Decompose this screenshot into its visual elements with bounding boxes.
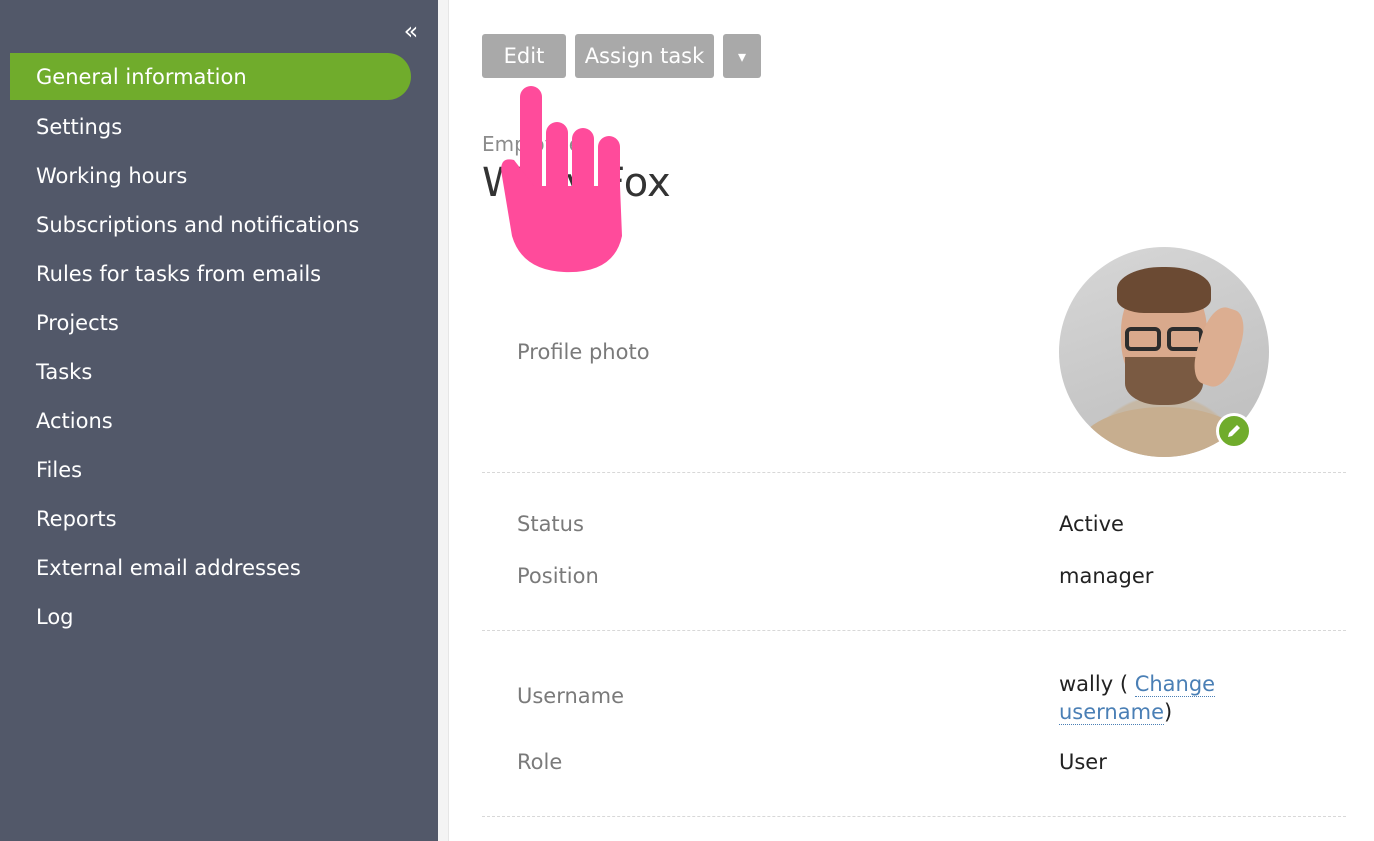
- avatar-lens: [1125, 327, 1161, 351]
- sidebar-item-label: External email addresses: [36, 555, 301, 580]
- section-separator: [482, 816, 1346, 817]
- sidebar-item-tasks[interactable]: Tasks: [10, 347, 411, 396]
- sidebar-item-label: Rules for tasks from emails: [36, 261, 322, 286]
- sidebar-item-general-information[interactable]: General information: [10, 53, 411, 100]
- sidebar-item-label: Files: [36, 457, 83, 482]
- sidebar-item-label: General information: [36, 64, 247, 89]
- profile-photo-label: Profile photo: [517, 340, 650, 364]
- position-value: manager: [1059, 564, 1154, 588]
- sidebar-item-label: Projects: [36, 310, 119, 335]
- sidebar-divider: [438, 0, 449, 841]
- sidebar-item-label: Tasks: [36, 359, 93, 384]
- sidebar-item-label: Settings: [36, 114, 123, 139]
- toolbar: Edit Assign task ▾: [482, 34, 761, 78]
- avatar-glasses: [1125, 327, 1205, 351]
- pencil-icon: [1228, 425, 1240, 437]
- sidebar-item-projects[interactable]: Projects: [10, 298, 411, 347]
- sidebar-item-label: Reports: [36, 506, 117, 531]
- entity-type-label: Employee: [482, 132, 582, 156]
- sidebar-item-label: Subscriptions and notifications: [36, 212, 360, 237]
- more-dropdown-button[interactable]: ▾: [723, 34, 761, 78]
- sidebar-item-label: Working hours: [36, 163, 188, 188]
- status-label: Status: [517, 512, 584, 536]
- sidebar-item-working-hours[interactable]: Working hours: [10, 151, 411, 200]
- page-title: Wally Fox: [482, 160, 671, 206]
- role-value: User: [1059, 750, 1107, 774]
- username-value-block: wally ( Change username): [1059, 672, 1216, 725]
- role-label: Role: [517, 750, 563, 774]
- position-label: Position: [517, 564, 599, 588]
- sidebar: « General information Settings Working h…: [0, 0, 438, 841]
- avatar-hair: [1117, 267, 1211, 313]
- username-value: wally: [1059, 672, 1114, 696]
- sidebar-nav: General information Settings Working hou…: [10, 53, 411, 641]
- double-chevron-left-icon[interactable]: «: [398, 18, 424, 44]
- sidebar-item-label: Actions: [36, 408, 113, 433]
- sidebar-item-log[interactable]: Log: [10, 592, 411, 641]
- assign-task-button[interactable]: Assign task: [575, 34, 714, 78]
- sidebar-item-external-emails[interactable]: External email addresses: [10, 543, 411, 592]
- section-separator: [482, 630, 1346, 631]
- username-label: Username: [517, 684, 625, 708]
- sidebar-item-actions[interactable]: Actions: [10, 396, 411, 445]
- avatar-beard: [1125, 357, 1203, 405]
- section-separator: [482, 472, 1346, 473]
- sidebar-item-files[interactable]: Files: [10, 445, 411, 494]
- sidebar-item-settings[interactable]: Settings: [10, 102, 411, 151]
- status-value: Active: [1059, 512, 1124, 536]
- sidebar-item-email-rules[interactable]: Rules for tasks from emails: [10, 249, 411, 298]
- sidebar-item-reports[interactable]: Reports: [10, 494, 411, 543]
- edit-photo-button[interactable]: [1216, 413, 1252, 449]
- edit-button[interactable]: Edit: [482, 34, 566, 78]
- sidebar-item-label: Log: [36, 604, 74, 629]
- sidebar-item-subscriptions[interactable]: Subscriptions and notifications: [10, 200, 411, 249]
